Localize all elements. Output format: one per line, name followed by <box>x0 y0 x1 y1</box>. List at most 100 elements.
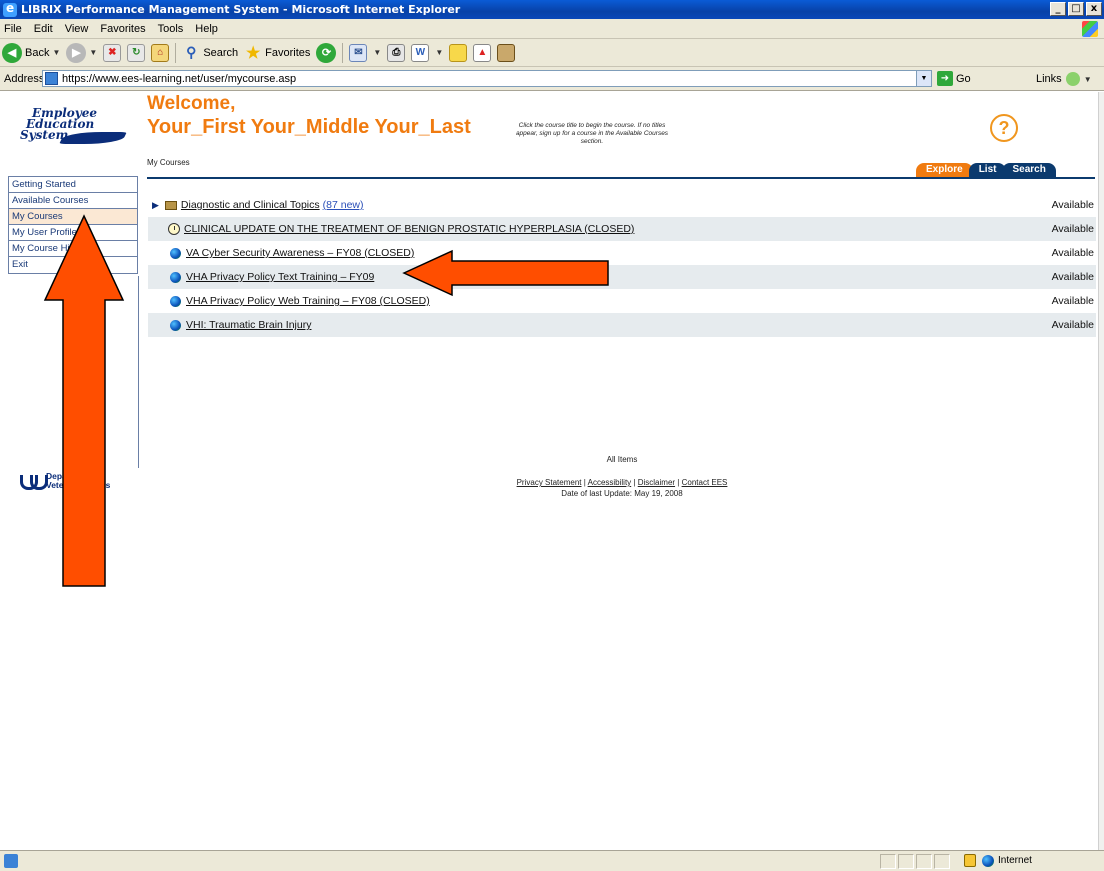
menu-tools[interactable]: Tools <box>158 23 184 35</box>
disclaimer-link[interactable]: Disclaimer <box>638 478 675 487</box>
course-status: Available <box>1051 319 1094 331</box>
sidebar-item-getting-started[interactable]: Getting Started <box>9 177 137 193</box>
stop-icon[interactable]: ✖ <box>103 43 122 62</box>
expand-triangle-icon[interactable]: ▶ <box>152 200 159 211</box>
back-button[interactable]: ◀ Back ▼ <box>2 42 60 63</box>
globe-icon <box>170 271 181 283</box>
menu-favorites[interactable]: Favorites <box>100 23 145 35</box>
course-row: VHI: Traumatic Brain Injury Available <box>148 313 1096 337</box>
back-arrow-icon: ◀ <box>2 42 22 63</box>
last-update-text: Date of last Update: May 19, 2008 <box>561 489 683 498</box>
contact-ees-link[interactable]: Contact EES <box>682 478 728 487</box>
globe-icon <box>170 247 181 259</box>
clock-icon <box>168 223 180 235</box>
course-row: VHA Privacy Policy Text Training – FY09 … <box>148 265 1096 289</box>
course-status: Available <box>1051 295 1094 307</box>
course-title-link[interactable]: VHI: Traumatic Brain Injury <box>186 319 311 331</box>
back-label: Back <box>25 46 50 59</box>
user-name: Your_First Your_Middle Your_Last <box>147 116 471 138</box>
tab-explore[interactable]: Explore <box>916 163 973 177</box>
close-button[interactable]: x <box>1086 2 1102 16</box>
page-status-icon <box>4 854 18 868</box>
menu-help[interactable]: Help <box>195 23 218 35</box>
edit-dropdown-icon[interactable]: ▼ <box>435 48 443 57</box>
menu-bar: File Edit View Favorites Tools Help <box>0 19 1104 39</box>
search-button[interactable]: ⚲ Search <box>182 44 238 62</box>
home-icon[interactable]: ⌂ <box>151 43 170 62</box>
course-title-link[interactable]: Diagnostic and Clinical Topics <box>181 199 320 211</box>
welcome-heading: Welcome, Your_First Your_Middle Your_Las… <box>147 92 471 139</box>
course-title-link[interactable]: CLINICAL UPDATE ON THE TREATMENT OF BENI… <box>184 223 634 235</box>
annotation-arrow-up-icon <box>43 214 125 587</box>
window-title-bar: LIBRIX Performance Management System - M… <box>0 0 1104 19</box>
page-icon <box>45 72 58 85</box>
links-button[interactable]: Links ▼ <box>1036 72 1092 86</box>
instructions-text: Click the course title to begin the cour… <box>515 122 669 145</box>
window-controls: _ □ x <box>1050 2 1102 16</box>
tab-list[interactable]: List <box>968 163 1007 177</box>
acrobat-icon[interactable]: ▲ <box>473 43 492 62</box>
address-bar: Address https://www.ees-learning.net/use… <box>0 67 1104 91</box>
help-icon[interactable]: ? <box>990 114 1018 142</box>
forward-button[interactable]: ▶ ▼ <box>66 42 97 63</box>
ees-logo: Employee Education System <box>10 106 127 154</box>
word-edit-icon[interactable]: W <box>411 43 430 62</box>
course-status: Available <box>1051 271 1094 283</box>
folder-icon <box>164 200 177 210</box>
links-dropdown-icon[interactable]: ▼ <box>1084 75 1092 84</box>
window-title: LIBRIX Performance Management System - M… <box>21 3 461 16</box>
new-count-link[interactable]: (87 new) <box>323 199 364 211</box>
print-icon[interactable]: ⎙ <box>387 43 406 62</box>
globe-icon <box>170 295 181 307</box>
address-dropdown-icon[interactable]: ▼ <box>916 71 931 86</box>
go-button[interactable]: ➜ Go <box>937 71 971 86</box>
ie-logo-icon <box>3 1 17 17</box>
back-dropdown-icon[interactable]: ▼ <box>52 48 60 57</box>
refresh-icon[interactable]: ↻ <box>127 43 146 62</box>
windows-flag-icon <box>1082 21 1098 37</box>
course-status: Available <box>1051 223 1094 235</box>
search-magnifier-icon: ⚲ <box>186 44 197 60</box>
course-status: Available <box>1051 247 1094 259</box>
course-row: VA Cyber Security Awareness – FY08 (CLOS… <box>148 241 1096 265</box>
forward-dropdown-icon[interactable]: ▼ <box>89 48 97 57</box>
course-row: CLINICAL UPDATE ON THE TREATMENT OF BENI… <box>148 217 1096 241</box>
menu-edit[interactable]: Edit <box>34 23 53 35</box>
page-footer: All Items Privacy Statement | Accessibil… <box>148 455 1096 498</box>
tab-underline <box>147 177 1095 179</box>
vertical-scrollbar[interactable] <box>1098 92 1104 850</box>
history-icon[interactable]: ⟳ <box>316 42 337 63</box>
security-zone-label: Internet <box>998 855 1032 866</box>
va-seal-icon <box>20 475 48 490</box>
sidebar-divider <box>138 276 139 468</box>
maximize-button[interactable]: □ <box>1068 2 1084 16</box>
status-bar: Internet <box>0 850 1104 871</box>
tab-search[interactable]: Search <box>1002 163 1056 177</box>
lock-icon[interactable] <box>964 854 976 867</box>
course-row: VHA Privacy Policy Web Training – FY08 (… <box>148 289 1096 313</box>
sidebar-item-available-courses[interactable]: Available Courses <box>9 193 137 209</box>
course-title-link[interactable]: VA Cyber Security Awareness – FY08 (CLOS… <box>186 247 414 259</box>
research-icon[interactable] <box>497 43 516 62</box>
status-cell <box>916 854 932 869</box>
welcome-text: Welcome, <box>147 93 236 114</box>
mail-dropdown-icon[interactable]: ▼ <box>373 48 381 57</box>
breadcrumb: My Courses <box>147 158 190 167</box>
view-tabs: Explore List Search <box>916 163 1056 177</box>
globe-icon <box>170 319 181 331</box>
mail-icon[interactable]: ✉ <box>349 43 368 62</box>
annotation-arrow-left-icon <box>402 249 609 297</box>
discuss-icon[interactable] <box>449 43 468 62</box>
privacy-statement-link[interactable]: Privacy Statement <box>517 478 582 487</box>
status-cell <box>934 854 950 869</box>
address-input[interactable]: https://www.ees-learning.net/user/mycour… <box>42 70 932 87</box>
menu-view[interactable]: View <box>65 23 89 35</box>
minimize-button[interactable]: _ <box>1050 2 1066 16</box>
favorites-button[interactable]: ★ Favorites <box>244 44 310 62</box>
go-arrow-icon: ➜ <box>937 71 953 86</box>
accessibility-link[interactable]: Accessibility <box>588 478 632 487</box>
course-title-link[interactable]: VHA Privacy Policy Web Training – FY08 (… <box>186 295 430 307</box>
menu-file[interactable]: File <box>4 23 22 35</box>
course-title-link[interactable]: VHA Privacy Policy Text Training – FY09 <box>186 271 374 283</box>
ees-logo-swoosh-icon <box>59 132 127 144</box>
